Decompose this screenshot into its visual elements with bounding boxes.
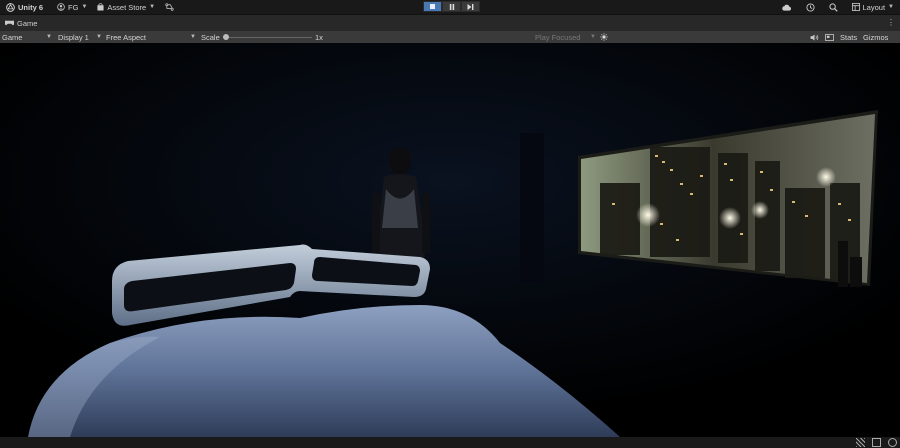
stop-button[interactable] [423,1,442,12]
pause-button[interactable] [442,1,461,12]
asset-store-label: Asset Store [107,2,147,12]
play-mode-label: Play Focused [535,32,581,42]
chevron-down-icon: ▼ [888,4,894,10]
stats-button[interactable]: Stats [840,31,857,43]
aspect-label: Free Aspect [106,32,147,42]
history-icon[interactable] [805,2,815,12]
display-dropdown[interactable]: Display 1 ▼ [58,31,102,43]
unity-logo-icon [6,2,15,12]
layout-dropdown[interactable]: Layout ▼ [851,2,894,12]
main-toolbar: Unity 6 FG ▼ Asset Store ▼ Layout ▼ [0,0,900,14]
gizmos-label: Gizmos [863,32,889,42]
sun-icon [600,33,608,41]
game-viewport[interactable] [0,43,900,437]
debug-mode-icon[interactable] [856,438,865,447]
status-bar [0,437,900,448]
chevron-down-icon: ▼ [190,34,196,40]
chevron-down-icon: ▼ [590,34,596,40]
app-name: Unity 6 [18,2,44,12]
tab-bar: Game ⋮ [0,14,900,31]
display-label: Display 1 [58,32,89,42]
asset-store-dropdown[interactable]: Asset Store ▼ [97,3,155,12]
step-icon [467,3,474,10]
gizmos-dropdown[interactable]: Gizmos [863,31,888,43]
game-view-toolbar: Game ▼ Display 1 ▼ Free Aspect ▼ Scale 1… [0,31,900,43]
progress-icon[interactable] [888,438,897,447]
cache-icon[interactable] [872,438,881,447]
branch-icon [165,3,174,11]
mute-audio-button[interactable] [810,31,819,43]
step-button[interactable] [461,1,480,12]
scale-label: Scale [201,32,220,42]
account-icon [57,3,65,11]
layout-label: Layout [862,2,886,12]
tab-label: Game [17,18,38,28]
version-control-button[interactable] [165,3,174,11]
play-controls [423,1,480,12]
play-mode-dropdown[interactable]: Play Focused ▼ [535,31,597,43]
stats-overlay-button[interactable] [825,31,834,43]
search-icon[interactable] [828,2,838,12]
store-bag-icon [97,3,104,11]
layout-icon [851,3,860,11]
aspect-dropdown[interactable]: Free Aspect ▼ [106,31,198,43]
game-render-image [0,43,900,437]
audio-icon [810,33,819,41]
chevron-down-icon: ▼ [81,4,88,10]
cloud-icon[interactable] [781,4,792,11]
stop-icon [430,4,435,9]
stats-icon [825,33,834,41]
chevron-down-icon: ▼ [149,4,156,10]
account-label: FG [68,2,79,12]
scale-slider-track[interactable] [226,36,312,38]
chevron-down-icon: ▼ [46,34,52,40]
chevron-down-icon: ▼ [96,34,102,40]
game-mode-label: Game [2,32,23,42]
account-dropdown[interactable]: FG ▼ [57,3,87,12]
unity-menu[interactable]: Unity 6 [6,3,43,12]
game-controller-icon [5,20,14,26]
scale-value: 1x [315,32,323,42]
pause-icon [449,3,454,10]
toolbar-right: Layout ▼ [781,0,894,14]
game-mode-dropdown[interactable]: Game ▼ [2,31,52,43]
tab-game[interactable]: Game [5,19,37,28]
scale-slider-handle[interactable] [223,34,229,40]
kebab-menu-icon[interactable]: ⋮ [887,18,895,27]
sun-button[interactable] [600,31,608,43]
